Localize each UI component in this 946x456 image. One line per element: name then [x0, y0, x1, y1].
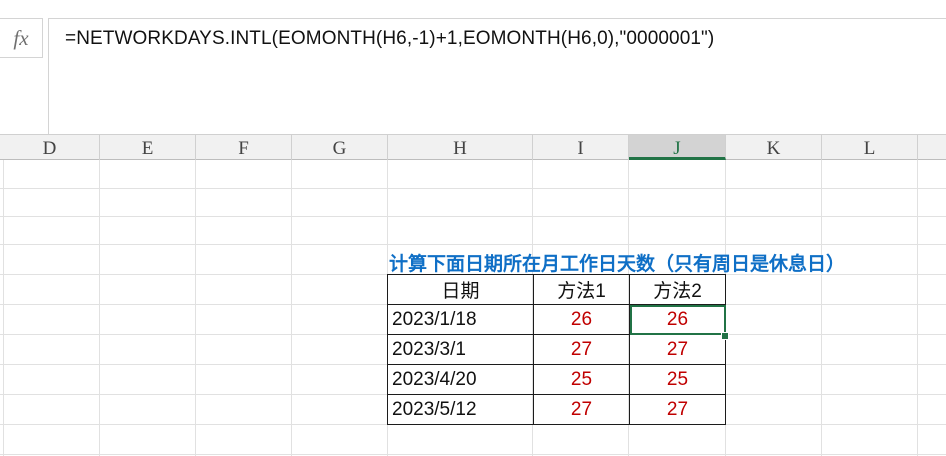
formula-input[interactable]: =NETWORKDAYS.INTL(EOMONTH(H6,-1)+1,EOMON… — [48, 18, 946, 144]
method1-cell[interactable]: 27 — [533, 334, 630, 365]
method2-cell-selected[interactable]: 26 — [629, 304, 726, 335]
fill-handle[interactable] — [721, 332, 729, 340]
column-header-j[interactable]: J — [629, 135, 726, 160]
column-header-h[interactable]: H — [388, 135, 533, 160]
header-method1[interactable]: 方法1 — [533, 274, 630, 305]
column-header-d[interactable]: D — [0, 135, 100, 160]
table-row: 2023/1/18 26 26 — [387, 304, 726, 335]
date-cell[interactable]: 2023/4/20 — [387, 364, 534, 395]
table-row: 2023/3/1 27 27 — [387, 334, 726, 365]
method2-cell[interactable]: 25 — [629, 364, 726, 395]
column-header-k[interactable]: K — [726, 135, 822, 160]
method1-cell[interactable]: 25 — [533, 364, 630, 395]
column-header-l[interactable]: L — [822, 135, 918, 160]
date-cell[interactable]: 2023/1/18 — [387, 304, 534, 335]
date-cell[interactable]: 2023/5/12 — [387, 394, 534, 425]
table-header-row: 日期 方法1 方法2 — [387, 274, 726, 305]
fx-insert-function-icon[interactable]: fx — [0, 18, 43, 58]
column-header-g[interactable]: G — [292, 135, 388, 160]
method2-cell[interactable]: 27 — [629, 334, 726, 365]
method2-cell[interactable]: 27 — [629, 394, 726, 425]
formula-text: =NETWORKDAYS.INTL(EOMONTH(H6,-1)+1,EOMON… — [65, 28, 715, 49]
date-cell[interactable]: 2023/3/1 — [387, 334, 534, 365]
table-title: 计算下面日期所在月工作日天数（只有周日是休息日） — [389, 254, 846, 275]
column-header-f[interactable]: F — [196, 135, 292, 160]
method1-cell[interactable]: 26 — [533, 304, 630, 335]
column-header-i[interactable]: I — [533, 135, 629, 160]
data-table: 日期 方法1 方法2 2023/1/18 26 26 2023/3/1 27 2… — [387, 274, 726, 425]
table-row: 2023/4/20 25 25 — [387, 364, 726, 395]
column-header-e[interactable]: E — [100, 135, 196, 160]
method1-cell[interactable]: 27 — [533, 394, 630, 425]
table-row: 2023/5/12 27 27 — [387, 394, 726, 425]
header-method2[interactable]: 方法2 — [629, 274, 726, 305]
column-header-bar: D E F G H I J K L — [0, 134, 946, 160]
header-date[interactable]: 日期 — [387, 274, 534, 305]
formula-bar-area: fx =NETWORKDAYS.INTL(EOMONTH(H6,-1)+1,EO… — [0, 0, 946, 144]
